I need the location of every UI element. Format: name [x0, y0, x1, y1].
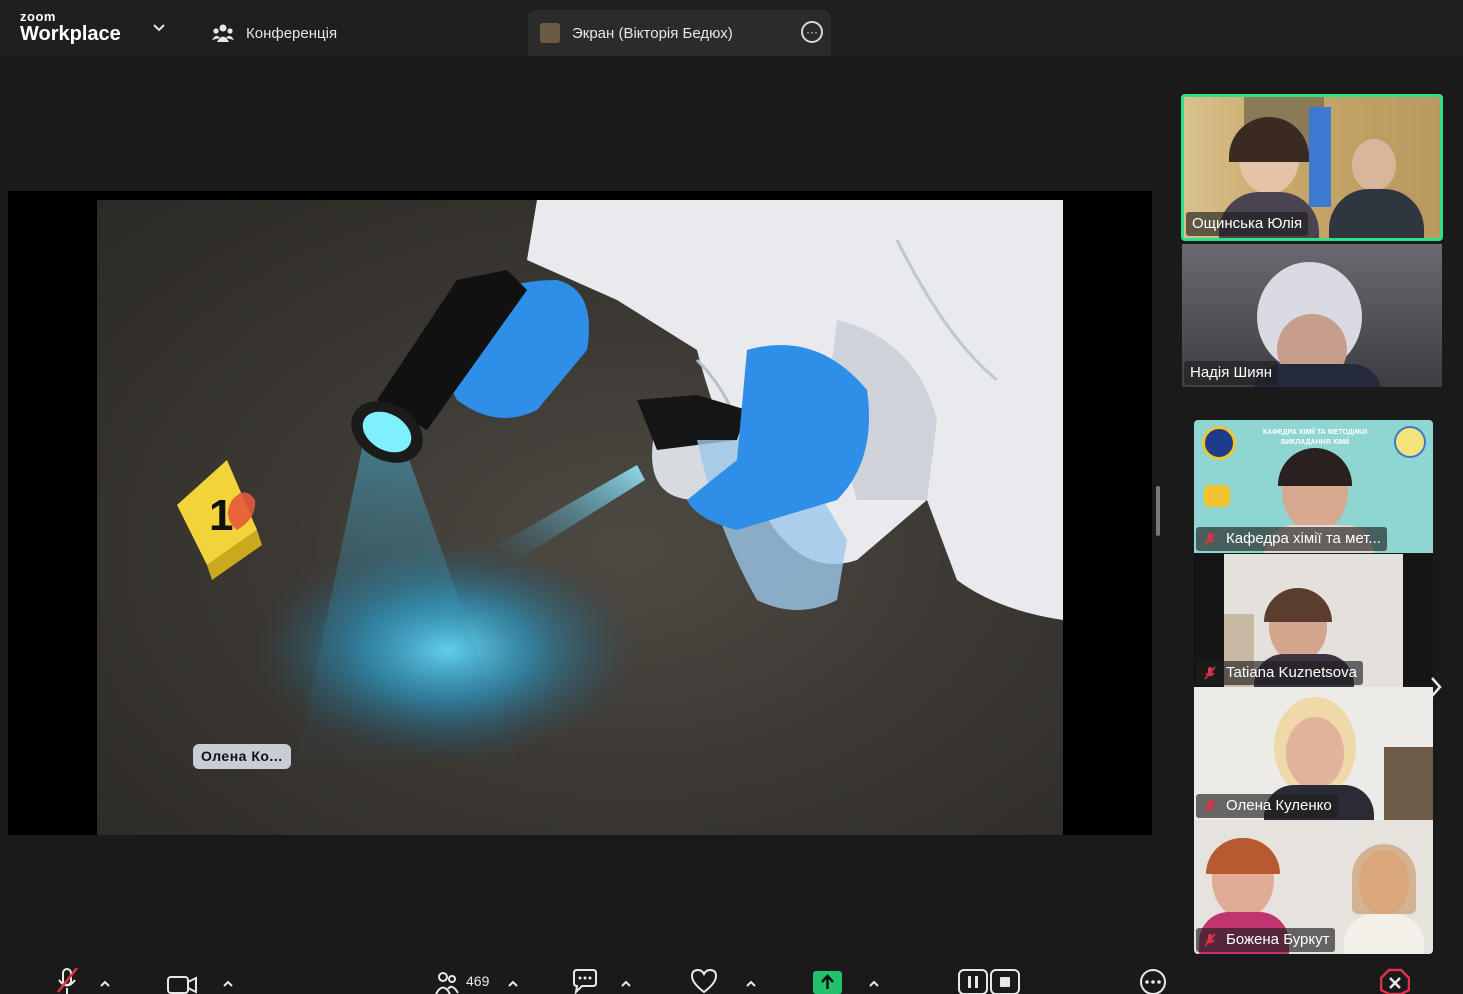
participant-name: Tatiana Kuznetsova: [1196, 661, 1363, 685]
participants-group-icon: [212, 24, 234, 42]
banner-line-2: ВИКЛАДАННЯ ХІМІЇ: [1280, 439, 1350, 446]
split-resize-handle[interactable]: [1156, 486, 1160, 536]
shared-screen-image: 1: [97, 200, 1063, 835]
more-options-icon[interactable]: ···: [801, 21, 823, 43]
participants-icon: [435, 972, 459, 994]
mic-muted-icon: [57, 967, 78, 994]
share-icon: [813, 971, 842, 994]
tab-conference-label: Конференція: [246, 24, 338, 42]
tab-screen-label: Экран (Вікторія Бедюх): [572, 24, 733, 42]
chevron-up-icon[interactable]: [99, 979, 111, 987]
next-page-chevron-icon[interactable]: [1427, 674, 1445, 700]
department-emblem-icon: [1394, 426, 1426, 458]
brand-big: Workplace: [20, 23, 121, 45]
mic-muted-icon: [1204, 933, 1216, 947]
mute-button[interactable]: [52, 967, 82, 994]
video-tile[interactable]: Божена Буркут: [1194, 820, 1433, 954]
pause-share-button[interactable]: [958, 967, 988, 994]
chat-icon: [573, 969, 597, 994]
top-bar: zoom Workplace Конференція Экран (Віктор…: [0, 0, 1463, 56]
participant-name: Ощинська Юлія: [1186, 212, 1309, 236]
banner-line-1: КАФЕДРА ХІМІЇ ТА МЕТОДИКИ: [1262, 429, 1368, 436]
bottom-toolbar: 469: [0, 955, 1463, 994]
stop-share-button[interactable]: [990, 967, 1020, 994]
more-icon: [1140, 969, 1166, 994]
chevron-up-icon[interactable]: [868, 979, 880, 987]
react-heart-icon: [690, 968, 718, 994]
university-emblem-icon: [1202, 426, 1236, 460]
brand-small: zoom: [20, 9, 56, 24]
chevron-up-icon[interactable]: [222, 979, 234, 987]
chevron-up-icon[interactable]: [620, 979, 632, 987]
video-button[interactable]: [166, 967, 198, 994]
video-tile[interactable]: КАФЕДРА ХІМІЇ ТА МЕТОДИКИ ВИКЛАДАННЯ ХІМ…: [1194, 420, 1433, 553]
mic-muted-icon: [1204, 799, 1216, 813]
mic-muted-icon: [1204, 666, 1216, 680]
video-tile[interactable]: Олена Куленко: [1194, 687, 1433, 820]
forensic-scene-illustration: 1: [177, 200, 1063, 760]
heart-hands-icon: [1204, 485, 1230, 507]
stop-share-icon: [990, 969, 1020, 994]
tab-shared-screen[interactable]: Экран (Вікторія Бедюх) ···: [528, 10, 831, 56]
pause-share-icon: [958, 969, 988, 994]
mic-muted-icon: [1204, 532, 1216, 546]
annotation-label: Олена Ко...: [193, 744, 291, 769]
screen-thumbnail-icon: [540, 23, 560, 43]
end-icon: [1380, 968, 1410, 994]
zoom-logo: zoom Workplace: [20, 10, 121, 44]
chat-button[interactable]: [570, 967, 600, 994]
react-button[interactable]: [689, 967, 719, 994]
participants-count: 469: [466, 973, 490, 989]
video-tile[interactable]: Надія Шиян: [1182, 244, 1442, 387]
end-meeting-button[interactable]: [1380, 967, 1410, 994]
video-tile[interactable]: Tatiana Kuznetsova: [1194, 554, 1433, 687]
tab-conference[interactable]: Конференція: [212, 10, 337, 56]
shared-screen-area: 1 Олена Ко...: [8, 191, 1152, 835]
video-tile-active[interactable]: Ощинська Юлія: [1181, 94, 1443, 241]
participant-name: Олена Куленко: [1196, 794, 1338, 818]
participant-name: Божена Буркут: [1196, 928, 1336, 952]
chevron-down-icon[interactable]: [152, 22, 166, 34]
share-screen-button[interactable]: [812, 967, 843, 994]
participants-button[interactable]: 469: [434, 967, 499, 994]
video-icon: [167, 976, 197, 994]
chevron-up-icon[interactable]: [507, 979, 519, 987]
participant-name: Надія Шиян: [1184, 361, 1279, 385]
participant-name: Кафедра хімії та мет...: [1196, 527, 1387, 551]
chevron-up-icon[interactable]: [745, 979, 757, 987]
more-button[interactable]: [1138, 967, 1168, 994]
